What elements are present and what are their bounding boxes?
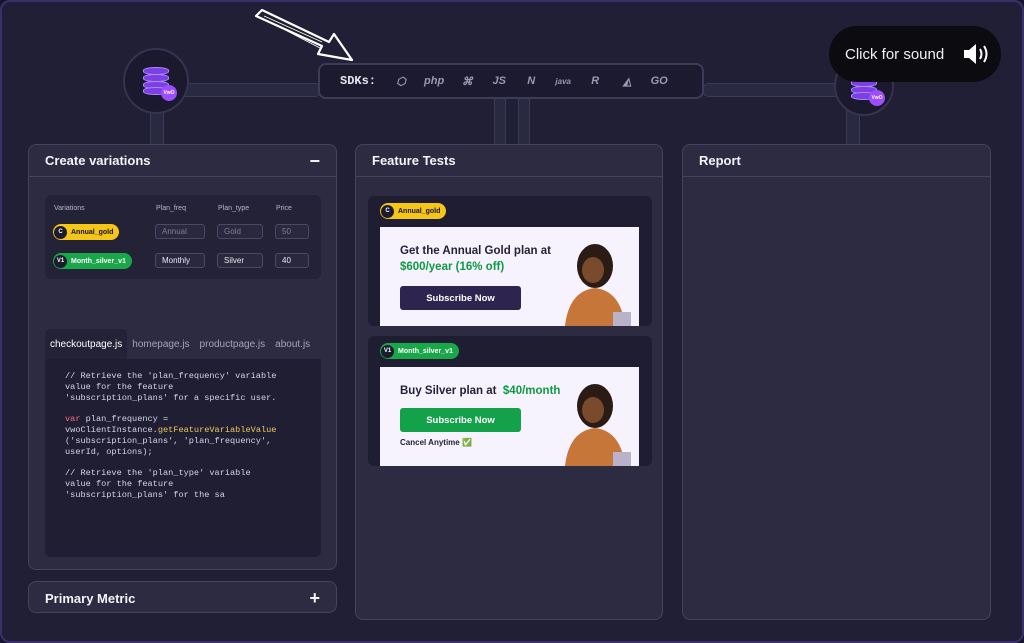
variations-table: Variations Plan_freq Plan_type Price C A… <box>45 195 321 279</box>
ad-banner-silver: Buy Silver plan at $40/month Subscribe N… <box>380 367 639 466</box>
report-panel: Report <box>682 144 991 620</box>
feature-tests-header: Feature Tests <box>356 145 662 177</box>
plan-type-field[interactable]: Gold <box>217 224 263 239</box>
woman-illustration-icon <box>565 244 631 326</box>
code-line: vwoClientInstance. <box>65 424 158 435</box>
feature-card-v1: V1 Month_silver_v1 Buy Silver plan at $4… <box>368 336 652 466</box>
code-line: userId, options); <box>65 446 153 457</box>
java-icon[interactable]: java <box>554 77 572 86</box>
variation-badge-control[interactable]: C Annual_gold <box>53 224 120 240</box>
sound-button[interactable]: Click for sound <box>829 26 1001 82</box>
code-editor[interactable]: // Retrieve the 'plan_frequency' variabl… <box>45 359 321 557</box>
ad-banner-gold: Get the Annual Gold plan at $600/year (1… <box>380 227 639 326</box>
column-header: Plan_freq <box>156 205 186 212</box>
variation-badge-v1: V1 Month_silver_v1 <box>380 343 459 359</box>
code-line: ('subscription_plans', 'plan_frequency', <box>65 435 272 446</box>
sdk-label: SDKs: <box>340 74 377 88</box>
connector-mid-a <box>494 97 506 145</box>
plan-type-field[interactable]: Silver <box>217 253 263 268</box>
badge-letter: V1 <box>54 254 67 268</box>
primary-metric-panel[interactable]: Primary Metric + <box>28 581 337 613</box>
tab-homepage[interactable]: homepage.js <box>127 329 194 359</box>
column-header: Plan_type <box>218 205 250 212</box>
code-function: getFeatureVariableValue <box>157 424 277 435</box>
collapse-icon[interactable]: − <box>309 152 320 170</box>
database-node-left: VwO <box>123 48 189 114</box>
code-comment: 'subscription_plans' for the sa <box>65 489 225 500</box>
ad-price: $40/month <box>502 385 561 397</box>
panel-title: Feature Tests <box>372 153 456 168</box>
column-header: Price <box>276 205 292 212</box>
code-keyword: var <box>65 414 81 425</box>
badge-letter: C <box>381 204 394 218</box>
code-comment: value for the feature <box>65 381 174 392</box>
panel-title: Create variations <box>45 153 151 168</box>
javascript-icon[interactable]: JS <box>490 75 508 87</box>
feature-tests-panel: Feature Tests C Annual_gold Get the Annu… <box>355 144 663 620</box>
vwo-badge-icon: VwO <box>869 90 885 106</box>
code-comment: // Retrieve the 'plan_type' variable <box>65 468 251 479</box>
connector-mid-b <box>518 97 530 145</box>
expand-icon[interactable]: + <box>309 589 320 607</box>
tab-about[interactable]: about.js <box>270 329 315 359</box>
ad-price: $600/year (16% off) <box>400 261 505 273</box>
ad-headline: Get the Annual Gold plan at <box>400 245 551 257</box>
report-header: Report <box>683 145 990 177</box>
plan-freq-field[interactable]: Monthly <box>155 253 205 268</box>
vwo-badge-icon: VwO <box>161 85 177 101</box>
feature-card-control: C Annual_gold Get the Annual Gold plan a… <box>368 196 652 326</box>
code-line: plan_frequency = <box>80 414 169 425</box>
create-variations-panel: Create variations − Variations Plan_freq… <box>28 144 337 570</box>
cancel-anytime-note: Cancel Anytime ✅ <box>400 438 472 447</box>
code-comment: 'subscription_plans' for a specific user… <box>65 392 277 403</box>
panel-title: Report <box>699 153 741 168</box>
python-icon[interactable]: ⌘ <box>458 75 476 88</box>
file-tabs: checkoutpage.js homepage.js productpage.… <box>45 329 321 359</box>
code-comment: value for the feature <box>65 478 174 489</box>
badge-label: Month_silver_v1 <box>71 257 126 265</box>
price-field[interactable]: 50 <box>275 224 309 239</box>
badge-label: Annual_gold <box>71 228 114 236</box>
plan-freq-field[interactable]: Annual <box>155 224 205 239</box>
php-icon[interactable]: php <box>424 75 444 87</box>
create-variations-header[interactable]: Create variations − <box>29 145 336 177</box>
database-icon: VwO <box>143 67 177 101</box>
badge-letter: C <box>54 225 67 239</box>
primary-metric-header[interactable]: Primary Metric + <box>29 582 336 614</box>
badge-label: Annual_gold <box>398 207 441 215</box>
sound-button-label: Click for sound <box>845 45 945 63</box>
ruby-icon[interactable]: R <box>586 75 604 87</box>
code-comment: // Retrieve the 'plan_frequency' variabl… <box>65 371 277 381</box>
go-icon[interactable]: GO <box>650 75 668 87</box>
badge-letter: V1 <box>381 344 394 358</box>
tab-checkoutpage[interactable]: checkoutpage.js <box>45 329 128 359</box>
woman-illustration-icon <box>565 384 631 466</box>
subscribe-button[interactable]: Subscribe Now <box>400 286 521 310</box>
speaker-icon <box>964 44 988 64</box>
tab-productpage[interactable]: productpage.js <box>195 329 271 359</box>
badge-label: Month_silver_v1 <box>398 347 453 355</box>
dotnet-icon[interactable]: N <box>522 75 540 87</box>
sdk-bar: SDKs: ⬡ php ⌘ JS N java R ◭ GO <box>318 63 704 99</box>
column-header: Variations <box>54 205 85 212</box>
panel-title: Primary Metric <box>45 590 136 606</box>
ad-headline: Buy Silver plan at <box>400 385 497 397</box>
nodejs-icon[interactable]: ⬡ <box>392 75 410 88</box>
variation-badge-control: C Annual_gold <box>380 203 447 219</box>
subscribe-button[interactable]: Subscribe Now <box>400 408 521 432</box>
flutter-icon[interactable]: ◭ <box>618 75 636 88</box>
variation-badge-v1[interactable]: V1 Month_silver_v1 <box>53 253 132 269</box>
price-field[interactable]: 40 <box>275 253 309 268</box>
